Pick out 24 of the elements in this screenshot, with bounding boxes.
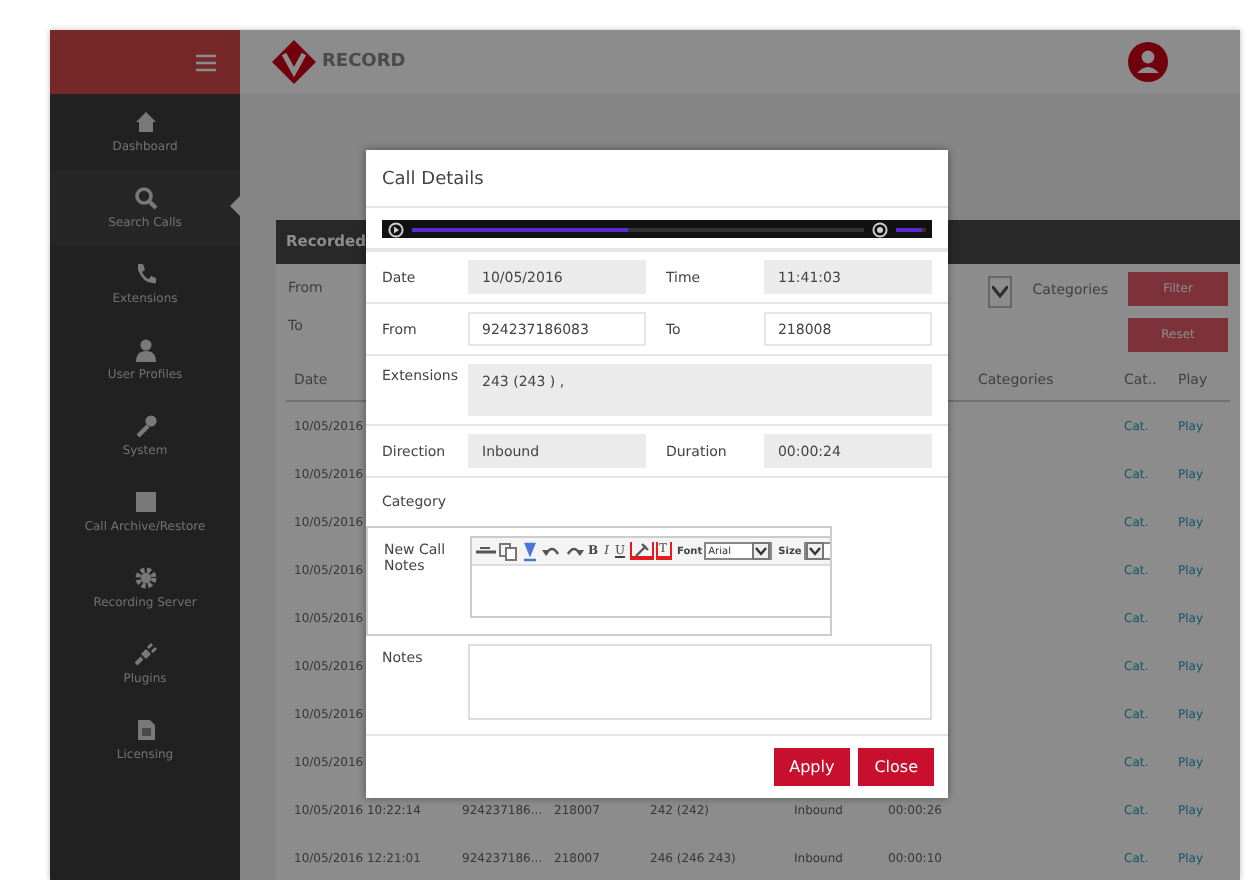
document-icon [133, 718, 157, 742]
plug-icon [133, 642, 157, 666]
color-button[interactable] [629, 542, 654, 560]
size-select[interactable] [803, 542, 830, 560]
user-icon [133, 338, 157, 362]
phone-icon [133, 262, 157, 286]
wrench-icon [133, 414, 157, 438]
avatar-icon [1128, 42, 1168, 82]
gear-icon [133, 566, 157, 590]
home-icon [133, 110, 157, 134]
caret-icon [992, 286, 1009, 298]
play-icon [388, 221, 404, 237]
dropdown-field[interactable] [988, 276, 1013, 308]
dialog-title: Call Details [366, 150, 948, 208]
dialog-button[interactable]: Apply [773, 748, 851, 786]
brand-name: RECORD [322, 52, 406, 72]
menu-icon [196, 53, 216, 71]
dialog-button[interactable]: Close [858, 748, 934, 786]
notes-field[interactable] [468, 644, 932, 720]
logo-icon [270, 38, 318, 86]
square-icon [133, 490, 157, 514]
search-icon [133, 186, 157, 210]
volume-icon [872, 221, 888, 237]
pen-icon [633, 541, 650, 557]
